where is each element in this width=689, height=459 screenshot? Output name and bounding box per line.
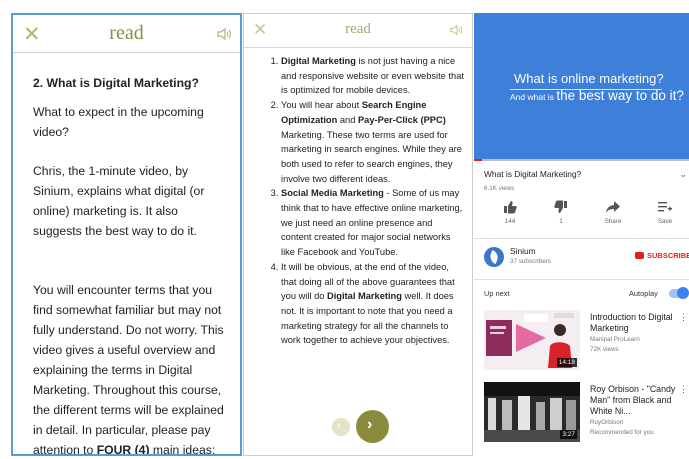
like-button[interactable]: 144: [492, 198, 528, 225]
list-item[interactable]: 14:18 Introduction to Digital Marketing …: [474, 304, 689, 376]
paragraph-video: Chris, the 1-minute video, by Sinium, ex…: [33, 164, 205, 238]
more-options-icon[interactable]: ⋮: [679, 312, 688, 323]
paragraph-terms: You will encounter terms that you find s…: [33, 280, 230, 456]
item-text: You will hear about: [281, 100, 362, 111]
save-label: Save: [657, 218, 673, 225]
bold-term: Social Media Marketing: [281, 188, 384, 199]
subtitle-small: And what is: [510, 92, 557, 102]
save-button[interactable]: Save: [647, 198, 683, 225]
save-icon: [647, 198, 683, 216]
previous-button[interactable]: ‹: [332, 418, 350, 436]
subscribe-label: SUBSCRIBE: [647, 251, 689, 260]
thumbs-up-icon: [492, 198, 528, 216]
paragraph-terms-end: main ideas:: [149, 443, 216, 456]
up-next-label: Up next: [484, 289, 510, 298]
subscriber-count: 37 subscribers: [510, 258, 551, 265]
four-emphasis: FOUR (4): [96, 443, 150, 456]
speaker-icon[interactable]: [216, 26, 232, 47]
video-title: Introduction to Digital Marketing: [590, 312, 673, 333]
video-player[interactable]: What is online marketing? And what is th…: [474, 13, 689, 159]
list-item: It will be obvious, at the end of the vi…: [281, 260, 464, 348]
reader-title: read: [345, 21, 371, 37]
page-navigation: ‹ ›: [332, 409, 392, 443]
reader-toolbar: ✕ read: [13, 15, 240, 53]
screenshot-collage: ✕ read 2. What is Digital Marketing? Wha…: [0, 0, 689, 459]
reader-title: read: [109, 22, 144, 44]
video-meta: Recommended for you: [590, 429, 654, 436]
reader-panel-2: ✕ read Digital Marketing is not just hav…: [243, 13, 473, 456]
list-item[interactable]: 3:27 Roy Orbison - "Candy Man" from Blac…: [474, 376, 689, 448]
share-icon: [595, 198, 631, 216]
item-text: - Some of us may think that to have effe…: [281, 188, 463, 258]
item-text: Marketing. These two terms are used for …: [281, 129, 462, 184]
share-label: Share: [604, 218, 622, 225]
video-title: What is Digital Marketing?: [484, 169, 582, 179]
video-thumbnail[interactable]: 3:27: [484, 382, 580, 442]
subtitle-big: the best way to do it?: [556, 88, 684, 103]
chevron-down-icon[interactable]: ⌄: [679, 169, 687, 180]
list-item: Social Media Marketing - Some of us may …: [281, 186, 464, 260]
view-count: 6.1K views: [484, 185, 515, 192]
action-row: 144 1 Share Save: [474, 198, 689, 238]
chevron-left-icon: ‹: [337, 420, 341, 432]
up-next-header: Up next Autoplay: [474, 280, 689, 304]
bold-term: Pay-Per-Click (PPC): [357, 114, 446, 125]
autoplay-toggle[interactable]: [669, 287, 689, 299]
video-text: Roy Orbison - "Candy Man" from Black and…: [590, 384, 682, 437]
paragraph-intro: What to expect in the upcoming video?: [33, 105, 204, 139]
section-heading: 2. What is Digital Marketing?: [33, 76, 199, 90]
autoplay-label: Autoplay: [629, 289, 658, 298]
item-text: and: [337, 114, 358, 125]
video-meta: 72K views: [590, 346, 619, 353]
dislike-button[interactable]: 1: [543, 198, 579, 225]
reader-panel-1: ✕ read 2. What is Digital Marketing? Wha…: [11, 13, 242, 456]
subscribe-button[interactable]: SUBSCRIBE: [635, 251, 689, 260]
share-button[interactable]: Share: [595, 198, 631, 225]
video-title: Roy Orbison - "Candy Man" from Black and…: [590, 384, 676, 416]
dislike-count: 1: [559, 218, 563, 225]
bold-term: Digital Marketing: [281, 56, 356, 66]
avatar[interactable]: [484, 247, 504, 267]
reader-body: 2. What is Digital Marketing? What to ex…: [13, 53, 240, 456]
channel-name[interactable]: Sinium: [510, 246, 536, 256]
youtube-logo-icon: [635, 252, 644, 259]
like-count: 144: [504, 218, 516, 225]
speaker-icon[interactable]: [449, 23, 463, 42]
list-item: You will hear about Search Engine Optimi…: [281, 98, 464, 186]
reader-toolbar: ✕ read: [244, 14, 472, 48]
video-info: What is Digital Marketing? ⌄ 6.1K views: [474, 161, 689, 192]
video-thumbnail[interactable]: 14:18: [484, 310, 580, 370]
video-text: Introduction to Digital Marketing Manipa…: [590, 312, 682, 354]
video-duration: 3:27: [560, 430, 577, 439]
video-channel: Manipal ProLearn: [590, 336, 640, 343]
main-ideas-list: Digital Marketing is not just having a n…: [244, 48, 472, 348]
list-item: Digital Marketing is not just having a n…: [281, 54, 464, 98]
chevron-right-icon: ›: [367, 416, 373, 433]
video-subtitle-overlay: And what is the best way to do it?: [510, 88, 684, 103]
channel-row: Sinium 37 subscribers SUBSCRIBE: [474, 239, 689, 279]
paragraph-terms-text: You will encounter terms that you find s…: [33, 283, 224, 456]
bold-term: Digital Marketing: [327, 291, 402, 302]
video-channel: RoyOrbison: [590, 419, 624, 426]
youtube-panel: What is online marketing? And what is th…: [474, 13, 689, 459]
video-duration: 14:18: [556, 358, 577, 367]
thumbs-down-icon: [543, 198, 579, 216]
video-title-overlay: What is online marketing?: [514, 71, 664, 86]
more-options-icon[interactable]: ⋮: [679, 384, 688, 395]
next-button[interactable]: ›: [356, 410, 389, 443]
